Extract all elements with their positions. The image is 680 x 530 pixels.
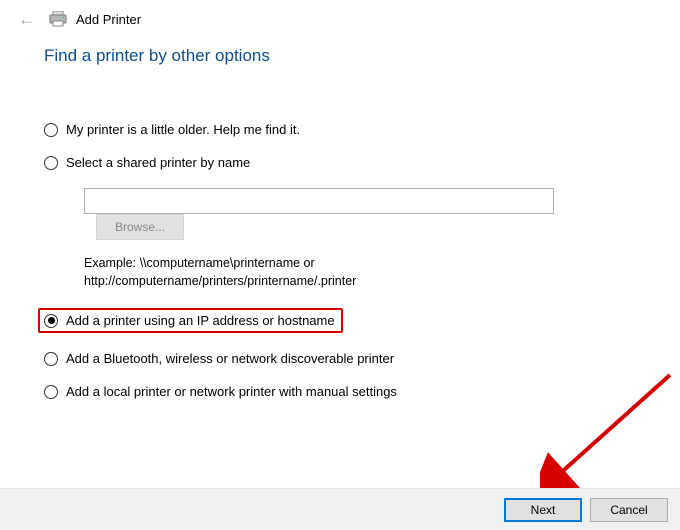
radio-icon[interactable] bbox=[44, 314, 58, 328]
shared-example-text: Example: \\computername\printername or h… bbox=[84, 254, 636, 290]
shared-printer-input[interactable] bbox=[84, 188, 554, 214]
option-label: Add a Bluetooth, wireless or network dis… bbox=[66, 351, 394, 366]
content-area: Find a printer by other options My print… bbox=[0, 34, 680, 399]
footer-bar: Next Cancel bbox=[0, 488, 680, 530]
option-bluetooth[interactable]: Add a Bluetooth, wireless or network dis… bbox=[44, 351, 636, 366]
option-ip-address[interactable]: Add a printer using an IP address or hos… bbox=[44, 308, 636, 333]
browse-button[interactable]: Browse... bbox=[96, 214, 184, 240]
option-label: Add a printer using an IP address or hos… bbox=[66, 313, 335, 328]
next-button[interactable]: Next bbox=[504, 498, 582, 522]
radio-icon[interactable] bbox=[44, 123, 58, 137]
page-heading: Find a printer by other options bbox=[44, 46, 636, 66]
example-line1: Example: \\computername\printername or bbox=[84, 256, 315, 270]
option-label: My printer is a little older. Help me fi… bbox=[66, 122, 300, 137]
option-label: Select a shared printer by name bbox=[66, 155, 250, 170]
option-local[interactable]: Add a local printer or network printer w… bbox=[44, 384, 636, 399]
cancel-button[interactable]: Cancel bbox=[590, 498, 668, 522]
radio-icon[interactable] bbox=[44, 156, 58, 170]
shared-printer-block: Browse... Example: \\computername\printe… bbox=[84, 188, 636, 290]
radio-icon[interactable] bbox=[44, 385, 58, 399]
printer-icon bbox=[48, 11, 68, 27]
option-older-printer[interactable]: My printer is a little older. Help me fi… bbox=[44, 122, 636, 137]
radio-icon[interactable] bbox=[44, 352, 58, 366]
option-label: Add a local printer or network printer w… bbox=[66, 384, 397, 399]
option-shared-printer[interactable]: Select a shared printer by name bbox=[44, 155, 636, 170]
titlebar: ← Add Printer bbox=[0, 0, 680, 34]
highlight-annotation: Add a printer using an IP address or hos… bbox=[38, 308, 343, 333]
back-arrow-icon[interactable]: ← bbox=[14, 10, 40, 28]
example-line2: http://computername/printers/printername… bbox=[84, 274, 356, 288]
window-title: Add Printer bbox=[76, 12, 141, 27]
